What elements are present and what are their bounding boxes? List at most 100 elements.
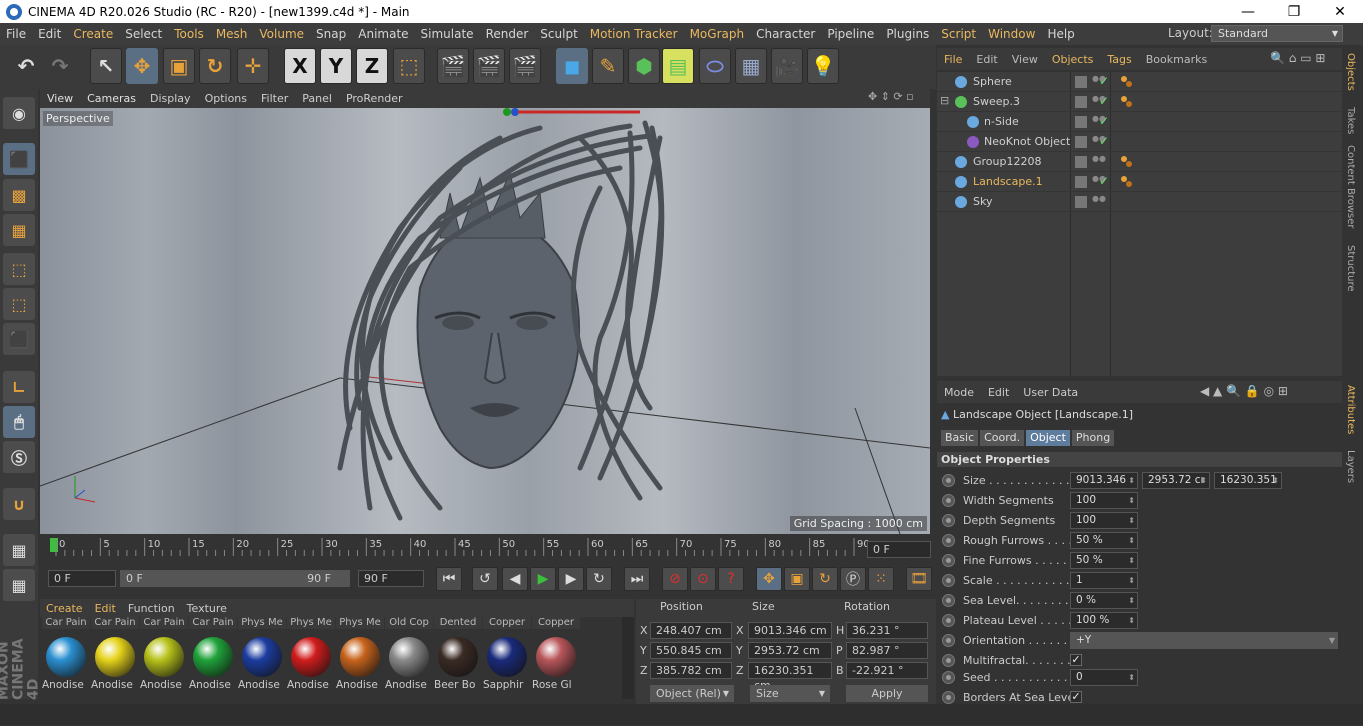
record-rotation-icon[interactable]: ↻ <box>812 567 838 591</box>
object-manager-icons[interactable]: 🔍 ⌂ ▭ ⊞ <box>1270 51 1325 65</box>
menu-window[interactable]: Window <box>982 27 1041 41</box>
menu-mograph[interactable]: MoGraph <box>684 27 751 41</box>
subdivision-surface-icon[interactable]: ⬢ <box>628 48 660 84</box>
deformer-icon[interactable]: ⬭ <box>699 48 731 84</box>
layer-visibility-icon[interactable] <box>1075 96 1087 108</box>
editor-render-dots-icon[interactable]: ●● <box>1092 135 1106 148</box>
record-scale-icon[interactable]: ▣ <box>784 567 810 591</box>
max-frame-field[interactable]: 90 F <box>358 570 424 587</box>
menu-plugins[interactable]: Plugins <box>880 27 935 41</box>
object-menu-tags[interactable]: Tags <box>1100 53 1138 66</box>
object-menu-bookmarks[interactable]: Bookmarks <box>1139 53 1214 66</box>
material-tag-icon[interactable] <box>1119 155 1133 169</box>
attribute-checkbox[interactable]: ✓ <box>1070 691 1082 703</box>
animate-radio-icon[interactable] <box>942 534 955 547</box>
workplane-lock-icon[interactable]: ▦ <box>3 534 35 566</box>
position-field[interactable]: 385.782 cm <box>650 662 732 679</box>
collapse-icon[interactable]: ⊟ <box>940 94 949 107</box>
attribute-select[interactable]: +Y ▼ <box>1070 632 1338 649</box>
live-selection-icon[interactable]: ↖ <box>90 48 122 84</box>
attribute-tab-phong[interactable]: Phong <box>1071 430 1115 446</box>
current-frame-field[interactable]: 0 F <box>867 541 931 558</box>
menu-volume[interactable]: Volume <box>253 27 310 41</box>
rotation-field[interactable]: -22.921 ° <box>846 662 928 679</box>
rotation-field[interactable]: 82.987 ° <box>846 642 928 659</box>
layer-visibility-icon[interactable] <box>1075 196 1087 208</box>
stepper-icon[interactable]: ⬍ <box>1128 493 1135 508</box>
object-row[interactable]: Landscape.1 ●● ✓ <box>937 172 1342 192</box>
material-scrollbar[interactable] <box>622 617 634 699</box>
close-button[interactable]: ✕ <box>1317 0 1363 23</box>
material-item[interactable]: Phys Me Anodise <box>238 617 286 697</box>
right-tab-structure[interactable]: Structure <box>1345 245 1356 292</box>
material-item[interactable]: Car Pain Anodise <box>91 617 139 697</box>
size-mode-select[interactable]: Size ▼ <box>750 685 830 702</box>
right-tab-attributes[interactable]: Attributes <box>1345 385 1356 434</box>
record-keys-icon[interactable]: ⊘ <box>662 567 688 591</box>
attributes-menu-user-data[interactable]: User Data <box>1016 386 1085 399</box>
texture-mode-icon[interactable]: ▩ <box>3 179 35 211</box>
enabled-check-icon[interactable]: ✓ <box>1099 94 1109 108</box>
menu-pipeline[interactable]: Pipeline <box>821 27 880 41</box>
enabled-check-icon[interactable]: ✓ <box>1099 114 1109 128</box>
right-tab-layers[interactable]: Layers <box>1345 450 1356 483</box>
animate-radio-icon[interactable] <box>942 474 955 487</box>
attribute-number-field[interactable]: 0 % ⬍ <box>1070 592 1138 609</box>
layer-visibility-icon[interactable] <box>1075 176 1087 188</box>
attribute-number-field[interactable]: 0 ⬍ <box>1070 669 1138 686</box>
size-z-field[interactable]: 16230.351 ⬍ <box>1214 472 1282 489</box>
position-field[interactable]: 550.845 cm <box>650 642 732 659</box>
frame-range-slider[interactable]: 0 F 90 F <box>120 570 350 587</box>
menu-script[interactable]: Script <box>935 27 982 41</box>
enabled-check-icon[interactable]: ✓ <box>1099 134 1109 148</box>
axis-mode-icon[interactable]: ∟ <box>3 371 35 403</box>
size-field[interactable]: 16230.351 cm <box>748 662 832 692</box>
material-item[interactable]: Car Pain Anodise <box>189 617 237 697</box>
viewport-menu-filter[interactable]: Filter <box>254 92 295 105</box>
object-row[interactable]: Group12208 ●● <box>937 152 1342 172</box>
menu-snap[interactable]: Snap <box>310 27 352 41</box>
go-to-start-icon[interactable]: ⏮ <box>436 567 462 591</box>
enabled-check-icon[interactable]: ✓ <box>1099 174 1109 188</box>
attribute-number-field[interactable]: 1 ⬍ <box>1070 572 1138 589</box>
layer-visibility-icon[interactable] <box>1075 116 1087 128</box>
record-parameter-icon[interactable]: Ⓟ <box>840 567 866 591</box>
scheme-settings-icon[interactable]: 🎞 <box>906 567 932 591</box>
animate-radio-icon[interactable] <box>942 671 955 684</box>
object-row[interactable]: Sphere ●● ✓ <box>937 72 1342 92</box>
size-y-field[interactable]: 2953.72 cı ⬍ <box>1142 472 1210 489</box>
animate-radio-icon[interactable] <box>942 634 955 647</box>
attributes-menu-edit[interactable]: Edit <box>981 386 1016 399</box>
x-axis-lock-button[interactable]: X <box>284 48 316 84</box>
animate-radio-icon[interactable] <box>942 574 955 587</box>
maximize-button[interactable]: ❐ <box>1271 0 1317 23</box>
stepper-icon[interactable]: ⬍ <box>1128 513 1135 528</box>
menu-character[interactable]: Character <box>750 27 821 41</box>
previous-frame-icon[interactable]: ◀ <box>502 567 528 591</box>
menu-simulate[interactable]: Simulate <box>415 27 480 41</box>
autokey-icon[interactable]: ⊙ <box>690 567 716 591</box>
enabled-check-icon[interactable]: ✓ <box>1099 74 1109 88</box>
coordinate-mode-select[interactable]: Object (Rel) ▼ <box>650 685 734 702</box>
menu-edit[interactable]: Edit <box>32 27 67 41</box>
cube-object-icon[interactable]: ◼ <box>556 48 588 84</box>
animate-radio-icon[interactable] <box>942 691 955 704</box>
model-mode-icon[interactable]: ⬛ <box>3 143 35 175</box>
material-menu-texture[interactable]: Texture <box>181 602 233 615</box>
rotation-field[interactable]: 36.231 ° <box>846 622 928 639</box>
object-row[interactable]: ⊟ Sweep.3 ●● ✓ <box>937 92 1342 112</box>
material-item[interactable]: Copper Rose Gl <box>532 617 580 697</box>
go-to-end-icon[interactable]: ⏭ <box>624 567 650 591</box>
animate-radio-icon[interactable] <box>942 554 955 567</box>
material-tag-icon[interactable] <box>1119 95 1133 109</box>
stepper-icon[interactable]: ⬍ <box>1128 613 1135 628</box>
keyframe-selection-icon[interactable]: ? <box>718 567 744 591</box>
attribute-number-field[interactable]: 50 % ⬍ <box>1070 532 1138 549</box>
workplane-mode-icon[interactable]: ▦ <box>3 214 35 246</box>
object-row[interactable]: NeoKnot Object ●● ✓ <box>937 132 1342 152</box>
layout-select[interactable]: Standard ▼ <box>1211 25 1343 42</box>
stepper-icon[interactable]: ⬍ <box>1128 593 1135 608</box>
menu-help[interactable]: Help <box>1041 27 1080 41</box>
render-settings-icon[interactable]: 🎬 <box>509 48 541 84</box>
light-icon[interactable]: 💡 <box>807 48 839 84</box>
